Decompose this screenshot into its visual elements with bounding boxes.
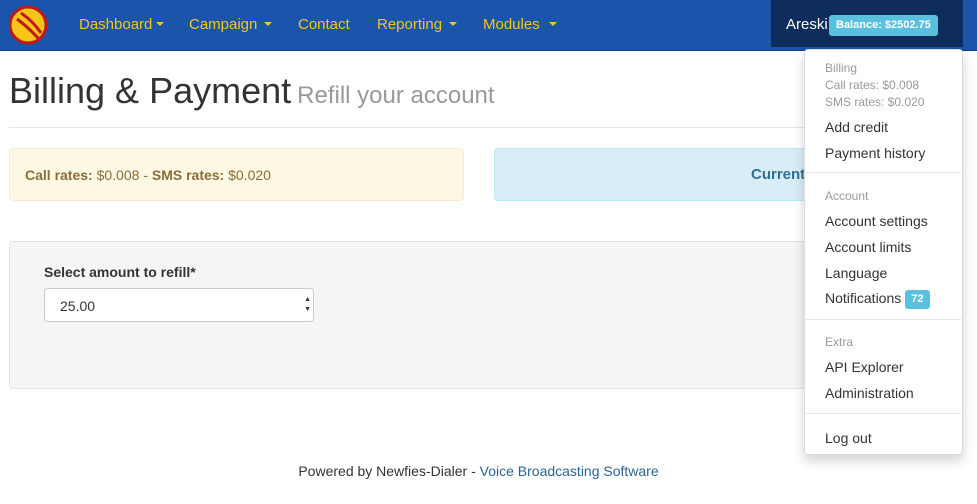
refill-form: Select amount to refill* 25.00 ▲ ▼ — [9, 241, 939, 389]
app-logo-icon[interactable] — [9, 5, 47, 45]
dropdown-divider — [806, 172, 961, 173]
nav-campaign[interactable]: Campaign — [189, 16, 273, 33]
nav-contact[interactable]: Contact — [298, 16, 350, 33]
footer-text: Powered by Newfies-Dialer - — [298, 463, 480, 479]
page-title-text: Billing & Payment — [9, 70, 292, 111]
dropdown-account-settings[interactable]: Account settings — [825, 213, 928, 229]
nav-campaign-label: Campaign — [189, 16, 258, 33]
dropdown-notifications[interactable]: Notifications 72 — [825, 290, 930, 309]
dropdown-account-limits[interactable]: Account limits — [825, 239, 911, 255]
dropdown-administration[interactable]: Administration — [825, 385, 914, 401]
refill-amount-label: Select amount to refill* — [44, 264, 196, 280]
page-title: Billing & Payment Refill your account — [9, 70, 495, 112]
user-dropdown-menu: Billing Call rates: $0.008 SMS rates: $0… — [804, 49, 963, 455]
navbar: Dashboard Campaign Contact Reporting Mod… — [0, 0, 977, 51]
nav-dashboard[interactable]: Dashboard — [79, 16, 165, 33]
dropdown-divider — [806, 413, 961, 414]
refill-amount-value: 25.00 — [60, 298, 96, 314]
nav-reporting[interactable]: Reporting — [377, 16, 458, 33]
dropdown-add-credit[interactable]: Add credit — [825, 119, 888, 135]
dropdown-sms-rates: SMS rates: $0.020 — [825, 95, 925, 109]
nav-dashboard-label: Dashboard — [79, 16, 153, 33]
nav-reporting-label: Reporting — [377, 16, 443, 33]
sms-rates-value: $0.020 — [224, 167, 271, 183]
notifications-count-badge: 72 — [905, 290, 930, 309]
chevron-down-icon — [156, 22, 165, 26]
dropdown-log-out[interactable]: Log out — [825, 430, 872, 446]
dropdown-header-extra: Extra — [825, 335, 854, 349]
chevron-down-icon — [548, 22, 557, 26]
current-balance-text: Current — [751, 166, 806, 183]
sms-rates-label: SMS rates: — [151, 167, 225, 183]
refill-amount-select[interactable]: 25.00 ▲ ▼ — [44, 288, 314, 322]
call-rates-value: $0.008 - — [92, 167, 152, 183]
nav-modules[interactable]: Modules — [483, 16, 557, 33]
rates-alert: Call rates: $0.008 - SMS rates: $0.020 — [9, 148, 464, 201]
chevron-down-icon — [449, 22, 458, 26]
page-subtitle: Refill your account — [297, 82, 495, 109]
header-divider — [9, 127, 839, 128]
call-rates-label: Call rates: — [25, 167, 93, 183]
footer-link[interactable]: Voice Broadcasting Software — [480, 463, 659, 479]
footer: Powered by Newfies-Dialer - Voice Broadc… — [0, 463, 957, 479]
balance-badge: Balance: $2502.75 — [829, 15, 938, 36]
dropdown-api-explorer[interactable]: API Explorer — [825, 359, 904, 375]
dropdown-call-rates: Call rates: $0.008 — [825, 78, 920, 92]
user-menu-toggle[interactable]: Areski Balance: $2502.75 — [771, 0, 963, 47]
dropdown-language[interactable]: Language — [825, 265, 887, 281]
nav-modules-label: Modules — [483, 16, 540, 33]
dropdown-header-billing: Billing — [825, 61, 858, 75]
dropdown-payment-history[interactable]: Payment history — [825, 145, 925, 161]
nav-contact-label: Contact — [298, 16, 350, 33]
chevron-down-icon — [264, 22, 273, 26]
dropdown-divider — [806, 319, 961, 320]
user-name: Areski — [786, 16, 828, 33]
dropdown-header-account: Account — [825, 189, 869, 203]
select-arrows-icon: ▲ ▼ — [304, 296, 311, 313]
dropdown-notifications-label: Notifications — [825, 290, 902, 306]
